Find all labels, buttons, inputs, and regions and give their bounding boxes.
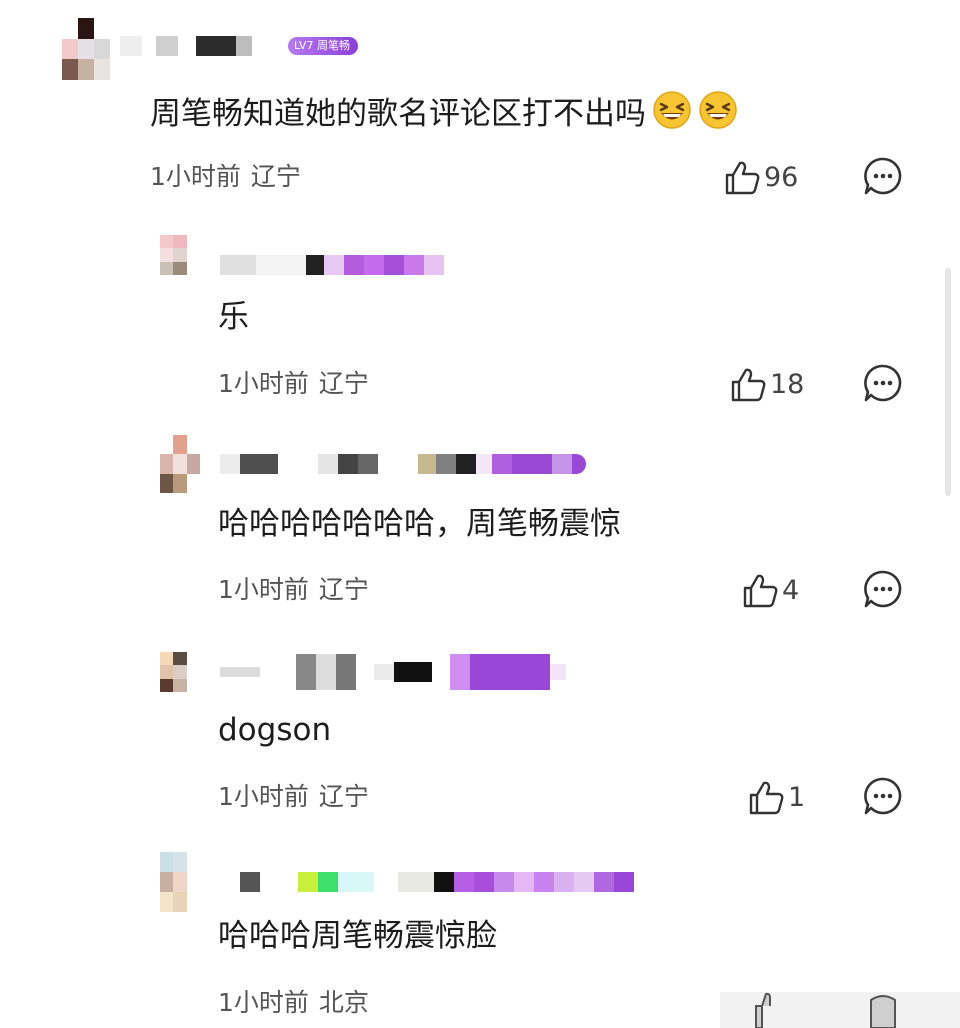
thumbs-up-icon[interactable] [750,992,790,1028]
timestamp: 1小时前 [218,369,309,398]
thumbs-up-icon [725,161,760,195]
comment-meta: 1小时前 辽宁 [218,573,369,607]
thumbs-up-icon [731,368,766,402]
location: 辽宁 [318,575,369,604]
comment-text: 哈哈哈周笔畅震惊脸 [218,918,497,954]
location: 北京 [318,988,369,1017]
username-blurred[interactable] [120,36,252,56]
comment-meta: 1小时前 辽宁 [218,780,369,814]
comment-meta: 1小时前 北京 [218,986,369,1020]
reply-item: 乐 1小时前 辽宁 18 [0,225,960,425]
location: 辽宁 [250,162,301,191]
username-blurred[interactable] [220,872,634,892]
timestamp: 1小时前 [218,782,309,811]
thumbs-up-icon [743,574,778,608]
comment-text: dogson [218,712,332,748]
comment-bubble-icon[interactable] [863,569,903,609]
thumbs-up-icon [749,781,784,815]
cutoff-action-bar [720,992,960,1028]
comment-text: 哈哈哈哈哈哈哈，周笔畅震惊 [218,506,621,542]
location: 辽宁 [318,782,369,811]
like-button[interactable]: 18 [728,365,804,405]
location: 辽宁 [318,369,369,398]
like-count: 4 [782,575,800,606]
comment-text: 周笔畅知道她的歌名评论区打不出吗 [150,90,738,134]
like-count: 1 [788,782,806,813]
reply-item: dogson 1小时前 辽宁 1 [0,640,960,840]
avatar[interactable] [160,852,200,912]
like-button[interactable]: 96 [722,158,798,198]
grinning-squinting-face-icon [653,91,691,129]
comment-meta: 1小时前 辽宁 [150,160,301,194]
avatar[interactable] [160,235,200,275]
avatar[interactable] [160,652,200,692]
like-count: 18 [770,369,805,400]
timestamp: 1小时前 [150,162,241,191]
scrollbar[interactable] [945,268,951,496]
like-button[interactable]: 4 [740,571,799,611]
grinning-squinting-face-icon [699,91,737,129]
comment-meta: 1小时前 辽宁 [218,367,369,401]
main-comment: LV7 周笔畅 周笔畅知道她的歌名评论区打不出吗 1小时前 辽宁 96 [0,0,960,210]
reply-item: 哈哈哈哈哈哈哈，周笔畅震惊 1小时前 辽宁 4 [0,430,960,630]
comment-bubble-icon[interactable] [863,776,903,816]
timestamp: 1小时前 [218,575,309,604]
username-blurred[interactable] [220,654,566,690]
like-button[interactable]: 1 [746,778,805,818]
comment-bubble-icon[interactable] [863,992,903,1028]
comment-bubble-icon[interactable] [863,363,903,403]
avatar[interactable] [62,18,110,80]
timestamp: 1小时前 [218,988,309,1017]
like-count: 96 [764,162,799,193]
comment-bubble-icon[interactable] [863,156,903,196]
avatar[interactable] [160,435,200,493]
level-badge: LV7 周笔畅 [288,37,358,55]
username-blurred[interactable] [220,454,586,474]
username-blurred[interactable] [220,255,444,275]
comment-text: 乐 [218,299,249,335]
